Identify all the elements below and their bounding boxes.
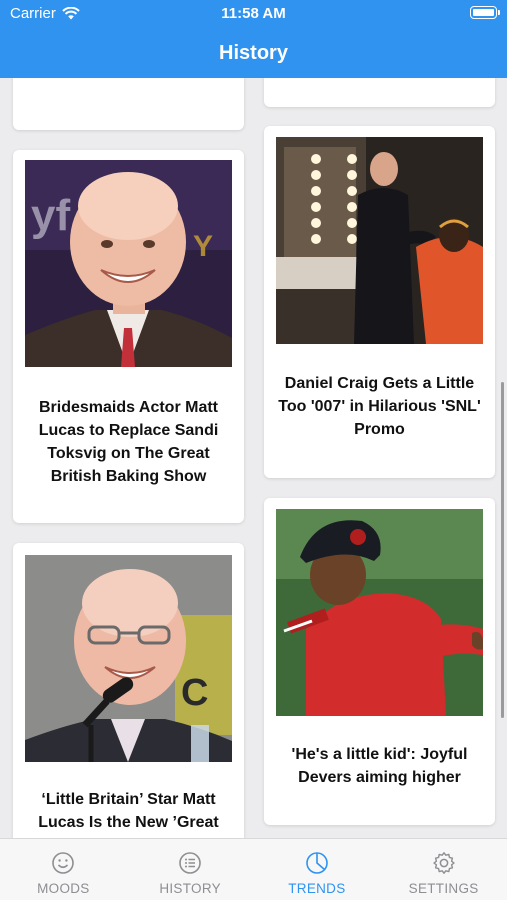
page-title: History: [219, 42, 288, 64]
tab-trends[interactable]: TRENDS: [254, 839, 381, 900]
pie-chart-icon: [306, 852, 328, 874]
article-image: [276, 509, 483, 716]
tab-bar: MOODS HISTORY TRENDS SETTINGS: [0, 838, 507, 900]
tab-moods[interactable]: MOODS: [0, 839, 127, 900]
article-title: ‘Little Britain’ Star Matt Lucas Is the …: [38, 791, 219, 831]
tab-label: TRENDS: [288, 881, 346, 896]
svg-text:Y: Y: [193, 230, 213, 263]
tab-settings[interactable]: SETTINGS: [380, 839, 507, 900]
article-image: C: [25, 555, 232, 762]
tab-label: MOODS: [37, 881, 90, 896]
article-title: Bridesmaids Actor Matt Lucas to Replace …: [38, 399, 219, 485]
scroll-indicator[interactable]: [501, 382, 504, 718]
article-card[interactable]: ship: [13, 78, 244, 130]
article-card[interactable]: 'He's a little kid': Joyful Devers aimin…: [264, 498, 495, 825]
article-card[interactable]: Daniel Craig Gets a Little Too '007' in …: [264, 126, 495, 478]
tab-label: HISTORY: [159, 881, 221, 896]
smiley-icon: [52, 852, 75, 874]
article-card[interactable]: C ‘Little Britain’ Star Matt Lucas Is th…: [13, 543, 244, 838]
battery-icon: [470, 6, 500, 19]
status-time: 11:58 AM: [221, 5, 286, 22]
article-title: Daniel Craig Gets a Little Too '007' in …: [278, 375, 481, 438]
article-image: yf Y: [25, 160, 232, 367]
nav-bar: History: [0, 28, 507, 78]
article-image: [276, 137, 483, 344]
list-icon: [179, 852, 201, 874]
status-bar: Carrier 11:58 AM: [0, 0, 507, 28]
article-card[interactable]: yf Y Bridesmaids Actor Matt Lucas to Rep…: [13, 150, 244, 523]
svg-text:C: C: [181, 672, 208, 714]
gear-icon: [432, 852, 455, 874]
svg-text:yf: yf: [31, 191, 70, 240]
tab-history[interactable]: HISTORY: [127, 839, 254, 900]
article-title: 'He's a little kid': Joyful Devers aimin…: [291, 746, 468, 786]
history-feed[interactable]: ship yf Y Bridesmaids Actor Matt: [0, 78, 507, 838]
article-card[interactable]: [264, 78, 495, 107]
tab-label: SETTINGS: [408, 881, 479, 896]
